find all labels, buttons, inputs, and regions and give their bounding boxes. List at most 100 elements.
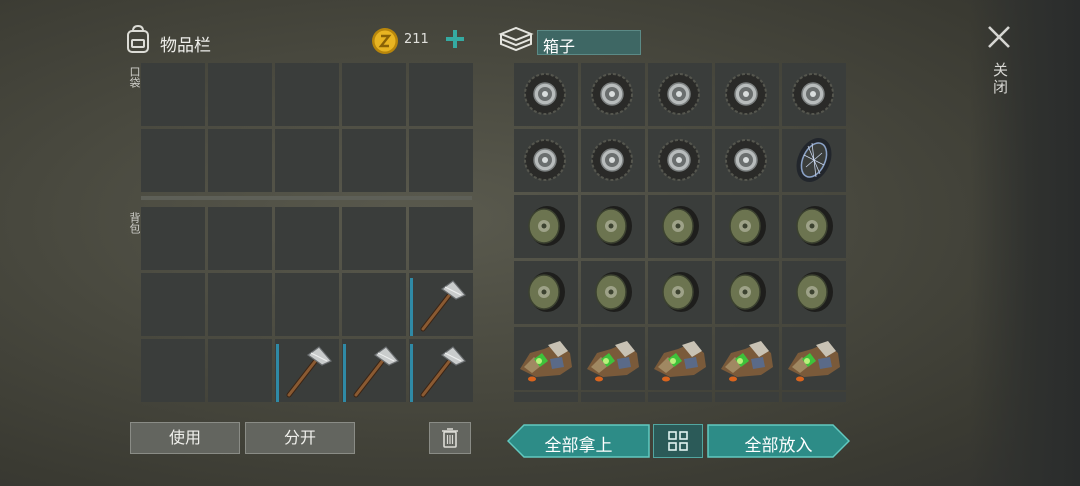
box-slot[interactable] [782, 261, 846, 324]
backpack-slot[interactable] [342, 339, 406, 402]
wheel-rim-icon [528, 206, 565, 246]
box-slot[interactable] [581, 261, 645, 324]
durability-bar [410, 344, 413, 402]
pocket-slot[interactable] [342, 129, 406, 192]
right-edge-shade [970, 0, 1080, 486]
box-slot[interactable] [514, 129, 578, 192]
trash-button[interactable] [429, 422, 471, 454]
add-coins-button[interactable] [440, 24, 470, 54]
trash-icon [442, 428, 458, 448]
backpack-label: 背包 [128, 212, 141, 234]
box-slot[interactable] [581, 129, 645, 192]
section-divider [141, 196, 472, 200]
tire-icon [524, 73, 566, 115]
box-slot[interactable] [782, 195, 846, 258]
box-slot[interactable] [715, 129, 779, 192]
backpack-slot[interactable] [409, 207, 473, 270]
backpack-slot[interactable] [208, 207, 272, 270]
tire-icon [658, 73, 700, 115]
backpack-slot[interactable] [275, 339, 339, 402]
wheel-rim-icon [662, 206, 699, 246]
axe-icon [420, 280, 466, 332]
take-all-label: 全部拿上 [544, 436, 613, 456]
backpack-slot[interactable] [141, 207, 205, 270]
box-slot[interactable] [648, 327, 712, 390]
pocket-slot[interactable] [141, 129, 205, 192]
pocket-slot[interactable] [208, 129, 272, 192]
box-slot[interactable] [648, 129, 712, 192]
backpack-slot[interactable] [208, 339, 272, 402]
pocket-slot[interactable] [409, 129, 473, 192]
tire-icon [725, 73, 767, 115]
box-grid [514, 63, 846, 390]
use-button[interactable]: 使用 [130, 422, 240, 454]
tire-icon [725, 139, 767, 181]
backpack-slot[interactable] [342, 273, 406, 336]
pocket-slot[interactable] [342, 63, 406, 126]
box-stack-icon [498, 26, 534, 52]
box-slot[interactable] [648, 261, 712, 324]
box-slot[interactable] [581, 195, 645, 258]
close-icon[interactable] [984, 22, 1014, 52]
box-slot[interactable] [715, 63, 779, 126]
box-slot[interactable] [514, 63, 578, 126]
scrap-parts-icon [520, 341, 572, 382]
durability-bar [276, 344, 279, 402]
box-slot[interactable] [782, 63, 846, 126]
coin-icon [372, 28, 398, 54]
pocket-slot[interactable] [275, 129, 339, 192]
backpack-slot[interactable] [275, 273, 339, 336]
box-slot[interactable] [715, 327, 779, 390]
box-slot[interactable] [514, 261, 578, 324]
inventory-title: 物品栏 [160, 36, 211, 56]
box-slot[interactable] [514, 195, 578, 258]
pocket-slot[interactable] [141, 63, 205, 126]
box-slot[interactable] [581, 63, 645, 126]
box-slot[interactable] [782, 327, 846, 390]
box-slot-partial [514, 392, 578, 402]
take-all-button[interactable]: 全部拿上 [507, 424, 650, 458]
box-slot[interactable] [715, 261, 779, 324]
wheel-rim-icon [796, 206, 833, 246]
box-slot[interactable] [648, 195, 712, 258]
box-slot-partial [715, 392, 779, 402]
grid-sort-icon [668, 431, 688, 451]
box-slot[interactable] [782, 129, 846, 192]
backpack-slot[interactable] [409, 273, 473, 336]
pocket-slot[interactable] [208, 63, 272, 126]
wheel-rim-icon [729, 272, 766, 312]
axe-icon [286, 346, 332, 398]
put-all-button[interactable]: 全部放入 [707, 424, 850, 458]
axe-icon [420, 346, 466, 398]
backpack-slot[interactable] [208, 273, 272, 336]
close-label[interactable]: 关闭 [990, 62, 1011, 96]
box-slot-partial [581, 392, 645, 402]
coin-count: 211 [404, 32, 429, 47]
scrap-parts-icon [654, 341, 706, 382]
backpack-slot[interactable] [141, 273, 205, 336]
pocket-slot[interactable] [275, 63, 339, 126]
backpack-grid [141, 207, 473, 402]
backpack-slot[interactable] [141, 339, 205, 402]
sort-button[interactable] [653, 424, 703, 458]
split-button[interactable]: 分开 [245, 422, 355, 454]
scrap-parts-icon [721, 341, 773, 382]
backpack-slot[interactable] [409, 339, 473, 402]
box-slot[interactable] [648, 63, 712, 126]
backpack-slot[interactable] [275, 207, 339, 270]
axe-icon [353, 346, 399, 398]
scrap-parts-icon [788, 341, 840, 382]
backpack-slot[interactable] [342, 207, 406, 270]
scrap-parts-icon [587, 341, 639, 382]
tire-icon [591, 139, 633, 181]
box-slot-partial [782, 392, 846, 402]
put-all-label: 全部放入 [744, 436, 813, 456]
box-slot[interactable] [715, 195, 779, 258]
box-slot[interactable] [581, 327, 645, 390]
box-slot[interactable] [514, 327, 578, 390]
pocket-slot[interactable] [409, 63, 473, 126]
wheel-rim-icon [595, 206, 632, 246]
tire-icon [524, 139, 566, 181]
wheel-rim-icon [595, 272, 632, 312]
durability-bar [343, 344, 346, 402]
